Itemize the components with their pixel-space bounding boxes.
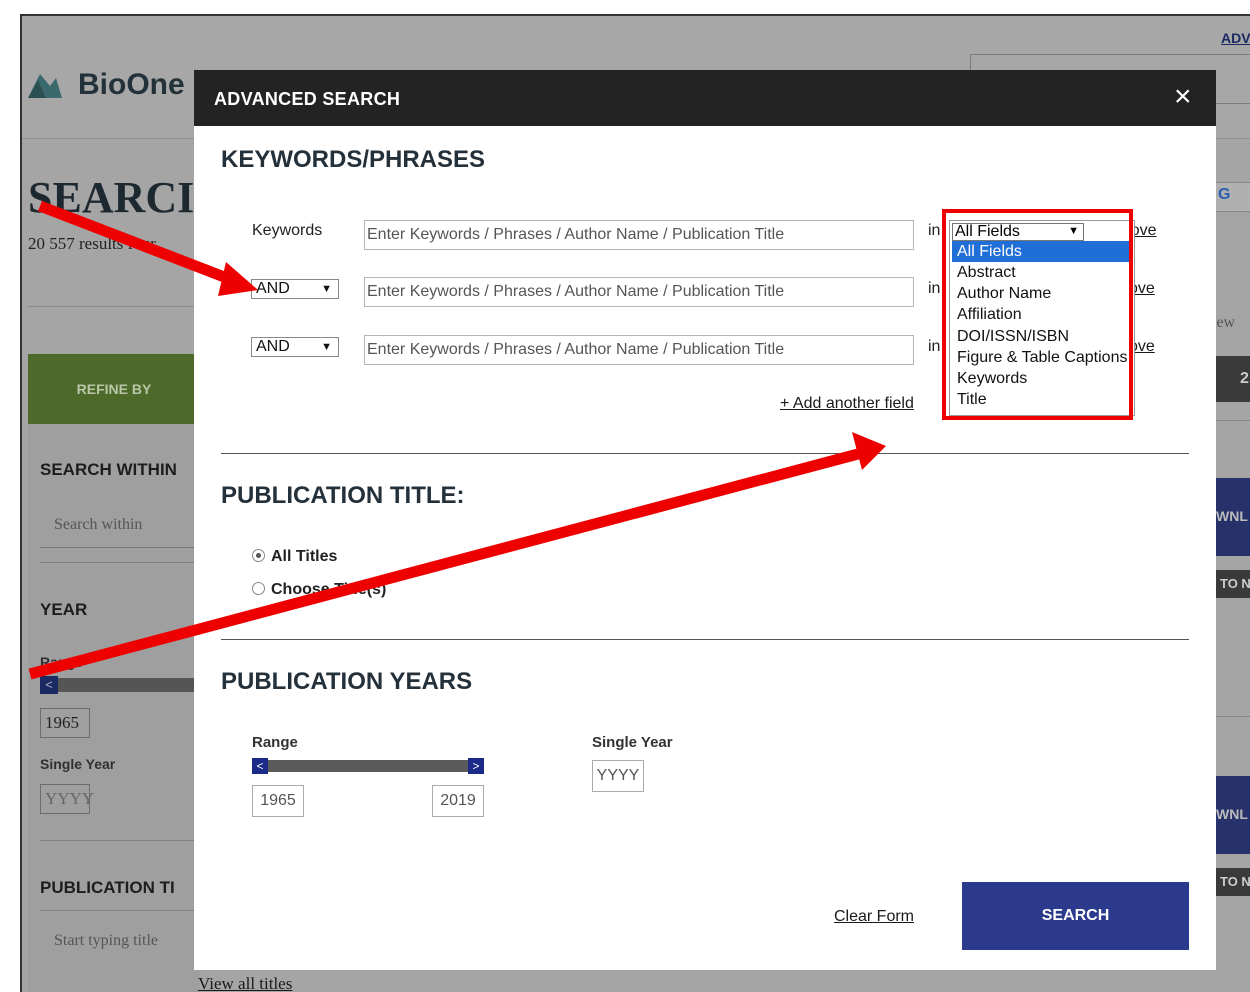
- radio-label: Choose Title(s): [271, 581, 387, 598]
- slider-left-handle[interactable]: <: [40, 676, 58, 694]
- results-count: 20 557 results four: [28, 234, 156, 253]
- download-button[interactable]: WNL: [1216, 478, 1250, 556]
- page-count-badge: 2: [1216, 356, 1250, 402]
- radio-button-icon[interactable]: [252, 582, 265, 595]
- add-another-field-link[interactable]: + Add another field: [780, 395, 914, 413]
- operator-value: AND: [256, 280, 290, 297]
- slider-right-handle[interactable]: >: [468, 758, 484, 774]
- advanced-search-modal: ADVANCED SEARCH × KEYWORDS/PHRASES Keywo…: [194, 70, 1216, 970]
- radio-button-icon[interactable]: [252, 549, 265, 562]
- advanced-search-link[interactable]: ADV: [1221, 30, 1250, 46]
- download-button[interactable]: WNL: [1216, 776, 1250, 854]
- window-frame-left: [0, 0, 20, 992]
- view-all-titles-link[interactable]: View all titles: [198, 974, 292, 992]
- highlight-box: [942, 209, 1133, 420]
- year-heading: YEAR: [40, 600, 88, 619]
- single-year-label: Single Year: [592, 734, 673, 751]
- range-start-box[interactable]: 1965: [40, 708, 90, 738]
- search-button[interactable]: SEARCH: [962, 882, 1189, 950]
- divider: [40, 910, 200, 911]
- publication-title-section-title: PUBLICATION TITLE:: [221, 482, 465, 509]
- slider-left-handle[interactable]: <: [252, 758, 268, 774]
- year-range-slider[interactable]: [252, 760, 484, 772]
- boolean-operator-select-3[interactable]: AND ▼: [251, 337, 339, 357]
- publication-years-section-title: PUBLICATION YEARS: [221, 668, 473, 695]
- range-label: Range: [40, 654, 83, 670]
- site-logo-text[interactable]: BioOne: [78, 68, 185, 102]
- radio-all-titles[interactable]: All Titles: [252, 548, 337, 566]
- divider: [28, 306, 208, 307]
- dropdown-arrow-icon: ▼: [321, 341, 332, 353]
- range-start-input[interactable]: 1965: [252, 785, 304, 817]
- window-frame-top: [0, 0, 1250, 14]
- year-range-slider[interactable]: [40, 678, 200, 692]
- in-label: in: [928, 222, 941, 239]
- keyword-input-3[interactable]: [364, 335, 914, 365]
- divider: [40, 562, 200, 563]
- google-translate-icon[interactable]: G: [1214, 182, 1250, 212]
- boolean-operator-select-2[interactable]: AND ▼: [251, 279, 339, 299]
- section-divider: [221, 639, 1189, 640]
- search-within-heading: SEARCH WITHIN: [40, 460, 177, 479]
- divider: [1216, 420, 1250, 421]
- publication-title-input[interactable]: Start typing title: [40, 922, 200, 964]
- refine-by-header: REFINE BY: [28, 354, 200, 424]
- modal-title: ADVANCED SEARCH: [214, 89, 401, 109]
- single-year-input[interactable]: YYYY: [40, 784, 94, 814]
- single-year-input[interactable]: YYYY: [592, 760, 644, 792]
- operator-value: AND: [256, 338, 290, 355]
- range-end-input[interactable]: 2019: [432, 785, 484, 817]
- divider: [1216, 716, 1250, 717]
- radio-label: All Titles: [271, 548, 338, 565]
- keyword-input-2[interactable]: [364, 277, 914, 307]
- divider: [40, 840, 200, 841]
- keywords-label: Keywords: [252, 222, 323, 239]
- in-label: in: [928, 280, 941, 297]
- modal-header: ADVANCED SEARCH ×: [194, 70, 1216, 126]
- bioone-logo-icon: [28, 74, 62, 98]
- range-label: Range: [252, 734, 298, 751]
- add-to-button[interactable]: TO N: [1216, 570, 1250, 598]
- radio-choose-titles[interactable]: Choose Title(s): [252, 581, 386, 599]
- add-to-button[interactable]: TO N: [1216, 868, 1250, 896]
- in-label: in: [928, 338, 941, 355]
- close-icon[interactable]: ×: [1174, 80, 1192, 114]
- dropdown-arrow-icon: ▼: [321, 283, 332, 295]
- keywords-section-title: KEYWORDS/PHRASES: [221, 146, 486, 173]
- publication-title-heading: PUBLICATION TI: [40, 878, 175, 897]
- single-year-label: Single Year: [40, 756, 116, 772]
- section-divider: [221, 453, 1189, 454]
- search-within-input[interactable]: Search within: [40, 506, 200, 548]
- keyword-input-1[interactable]: [364, 220, 914, 250]
- clear-form-link[interactable]: Clear Form: [834, 908, 914, 926]
- page-title: SEARCI: [28, 173, 195, 222]
